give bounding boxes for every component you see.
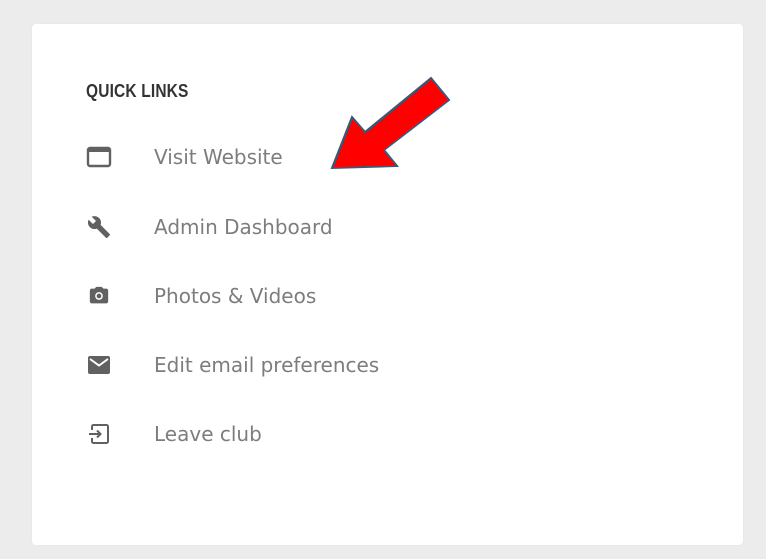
link-edit-email-preferences[interactable]: Edit email preferences [86,350,506,380]
link-admin-dashboard[interactable]: Admin Dashboard [86,212,506,242]
exit-icon [86,421,112,447]
link-label-visit-website: Visit Website [154,145,283,169]
browser-window-icon [86,144,112,170]
link-label-leave-club: Leave club [154,422,262,446]
link-label-edit-email-preferences: Edit email preferences [154,353,380,377]
link-photos-videos[interactable]: Photos & Videos [86,281,506,311]
camera-icon [86,283,112,309]
link-label-admin-dashboard: Admin Dashboard [154,215,333,239]
wrench-icon [86,214,112,240]
envelope-icon [86,352,112,378]
link-label-photos-videos: Photos & Videos [154,284,317,308]
quick-links-title: QUICK LINKS [86,81,189,101]
link-leave-club[interactable]: Leave club [86,419,506,449]
annotation-arrow-icon [330,76,451,170]
